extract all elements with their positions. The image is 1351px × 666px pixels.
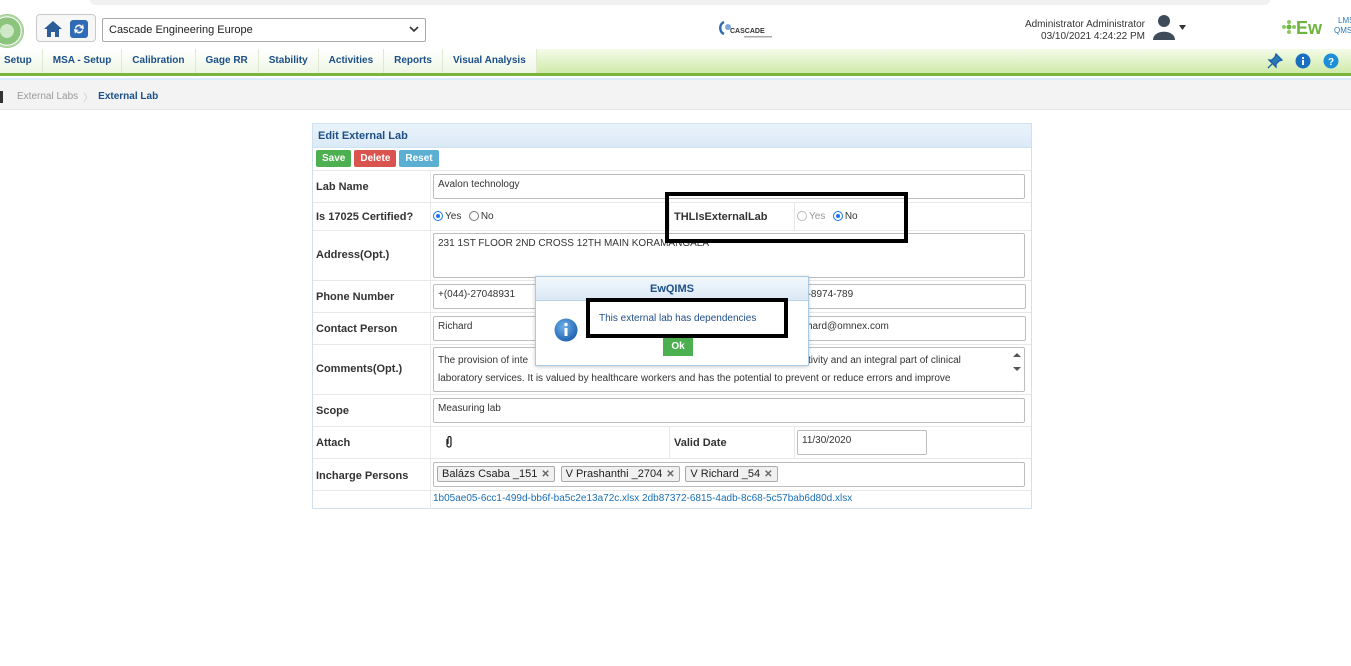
breadcrumb-current: External Lab [98,91,159,102]
breadcrumb: External Labs 〉 External Lab [0,89,158,104]
ewqims-logo: Ew LMS QMS [1280,16,1351,38]
app-logo-icon[interactable] [0,14,24,48]
row-divider [430,459,431,490]
ok-button[interactable]: Ok [663,338,693,356]
panel-title: Edit External Lab [313,124,1031,148]
label-address: Address(Opt.) [316,249,390,261]
delete-button[interactable]: Delete [354,150,397,167]
valid-date-input[interactable]: 11/30/2020 [797,430,927,455]
breadcrumb-parent[interactable]: External Labs [17,91,78,102]
nav-item-visual-analysis[interactable]: Visual Analysis [442,49,537,73]
info-icon[interactable] [1295,53,1311,69]
nav-item-gage-rr[interactable]: Gage RR [195,49,259,73]
company-select-value: Cascade Engineering Europe [109,24,253,36]
row-divider [669,427,670,458]
pin-icon[interactable] [1267,53,1283,69]
highlight-box-dialog-message [586,298,788,338]
highlight-box-th-external [665,192,908,243]
nav-menu: Setup MSA - Setup Calibration Gage RR St… [0,49,537,73]
remove-tag-icon[interactable]: ✕ [666,469,674,480]
row-divider [430,345,431,394]
remove-tag-icon[interactable]: ✕ [764,469,772,480]
svg-text:?: ? [1328,57,1334,68]
reset-button[interactable]: Reset [399,150,439,167]
header-icon-group [36,14,96,42]
nav-item-msa-setup[interactable]: MSA - Setup [42,49,123,73]
row-divider [430,203,431,230]
incharge-multiselect[interactable]: Balázs Csaba _151 ✕ V Prashanthi _2704 ✕ V… [433,462,1025,487]
breadcrumb-bar: External Labs 〉 External Lab [0,80,1351,110]
nav-item-reports[interactable]: Reports [384,49,443,73]
row-divider [430,171,431,202]
svg-text:CASCADE: CASCADE [730,28,765,35]
row-attach: Attach Valid Date 11/30/2020 [313,426,1031,458]
help-icon[interactable]: ? [1323,53,1339,69]
row-divider [430,281,431,312]
row-divider [430,395,431,426]
row-divider [430,491,431,509]
caret-down-icon[interactable] [1179,25,1186,30]
attachment-links[interactable]: 1b05ae05-6cc1-499d-bb6f-ba5c2e13a72c.xls… [433,493,852,504]
main-nav: Setup MSA - Setup Calibration Gage RR St… [0,49,1351,76]
nav-item-setup[interactable]: Setup [0,49,43,73]
breadcrumb-separator: 〉 [83,93,94,104]
email-input[interactable]: chard@omnex.com [797,316,1026,341]
label-attach: Attach [316,437,351,449]
info-icon [554,318,578,342]
company-select[interactable]: Cascade Engineering Europe [102,18,426,42]
comments-text-line1: The provision of inte [438,355,529,366]
nav-item-stability[interactable]: Stability [258,49,319,73]
comments-text-line2: laboratory services. It is valued by hea… [438,373,951,384]
label-valid-date: Valid Date [674,437,727,449]
refresh-icon[interactable] [69,19,89,39]
nav-item-calibration[interactable]: Calibration [122,49,196,73]
nav-icon-group: ? [1267,53,1339,69]
label-comments: Comments(Opt.) [316,363,403,375]
label-phone: Phone Number [316,291,395,303]
label-contact: Contact Person [316,323,398,335]
scope-input[interactable]: Measuring lab [433,398,1025,423]
certified-radio-group: Yes No [433,209,498,222]
user-name: Administrator Administrator [1024,19,1145,30]
breadcrumb-start-marker [0,90,3,103]
row-divider [430,427,431,458]
app-header: Cascade Engineering Europe CASCADE Admin… [0,10,1351,50]
certified-no-radio[interactable] [468,211,479,221]
nav-item-activities[interactable]: Activities [318,49,385,73]
current-datetime: 03/10/2021 4:24:22 PM [1041,31,1145,42]
incharge-tag: Balázs Csaba _151 ✕ [437,466,555,482]
row-divider [430,231,431,280]
remove-tag-icon[interactable]: ✕ [541,469,549,480]
row-divider [430,313,431,344]
comments-text-line1b: ctivity and an integral part of clinical [803,355,961,366]
label-lab-name: Lab Name [316,181,369,193]
row-divider [794,427,795,458]
user-info: Administrator Administrator 03/10/2021 4… [990,19,1145,43]
incharge-tag: V Prashanthi _2704 ✕ [560,466,680,482]
row-attachments: 1b05ae05-6cc1-499d-bb6f-ba5c2e13a72c.xls… [313,490,1031,509]
cascade-logo: CASCADE [716,18,778,42]
avatar-icon[interactable] [1152,14,1176,40]
browser-top-strip [0,0,1351,8]
incharge-tag: V Richard _54 ✕ [685,466,778,482]
row-scope: Scope Measuring lab [313,394,1031,426]
flower-icon [1282,20,1296,34]
label-scope: Scope [316,405,350,417]
label-incharge: Incharge Persons [316,470,409,482]
chevron-down-icon [409,26,419,33]
form-toolbar: Save Delete Reset [313,148,1031,170]
scrollbar-arrows-icon[interactable] [1012,351,1022,389]
certified-yes-radio[interactable] [433,211,443,221]
save-button[interactable]: Save [316,150,352,167]
home-icon[interactable] [43,19,63,39]
row-incharge: Incharge Persons Balázs Csaba _151 ✕ V Pr… [313,458,1031,490]
label-certified: Is 17025 Certified? [316,211,414,223]
paperclip-icon[interactable] [444,435,454,449]
phone2-input[interactable]: 0-8974-789 [797,284,1026,309]
